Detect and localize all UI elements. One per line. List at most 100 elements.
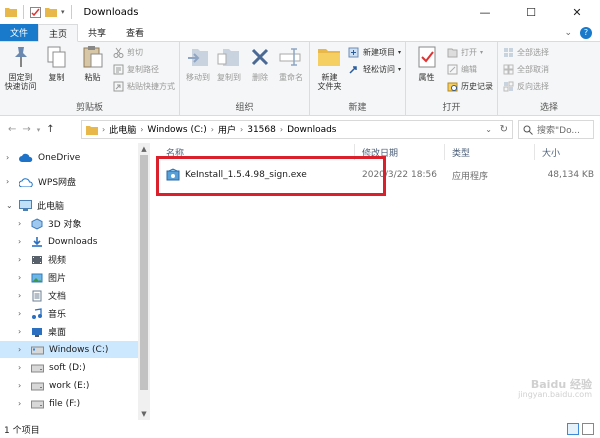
back-arrow-icon[interactable]: ←: [8, 124, 16, 135]
breadcrumb-chevron-icon[interactable]: ›: [102, 125, 105, 134]
expand-chevron-icon[interactable]: ›: [18, 291, 26, 300]
breadcrumb-user-folder[interactable]: 31568: [247, 125, 276, 135]
chevron-down-icon: ▾: [480, 48, 484, 56]
cut-button[interactable]: 剪切: [112, 45, 175, 59]
close-button[interactable]: ✕: [554, 0, 600, 24]
sidebar-item-music[interactable]: › 音乐: [18, 305, 66, 322]
recent-locations-chevron-icon[interactable]: ▾: [37, 126, 41, 134]
sidebar-item-label: Windows (C:): [49, 344, 109, 355]
customize-toolbar-chevron-icon[interactable]: ▾: [61, 8, 65, 16]
group-label: 打开: [442, 103, 461, 113]
sidebar-item-documents[interactable]: › 文档: [18, 287, 66, 304]
tab-file[interactable]: 文件: [0, 24, 38, 41]
expand-chevron-icon[interactable]: ›: [6, 177, 14, 186]
tab-view[interactable]: 查看: [116, 24, 154, 41]
minimize-button[interactable]: —: [462, 0, 508, 24]
select-all-button[interactable]: 全部选择: [502, 45, 549, 59]
window-title: Downloads: [83, 6, 139, 18]
help-icon[interactable]: ?: [580, 26, 592, 39]
paste-icon: [83, 46, 102, 68]
desktop-icon: [32, 327, 42, 337]
breadcrumb-chevron-icon[interactable]: ›: [140, 125, 143, 134]
sidebar-item-windows-c[interactable]: › Windows (C:): [0, 341, 138, 358]
expand-chevron-icon[interactable]: ›: [18, 327, 26, 336]
sidebar-item-label: soft (D:): [49, 362, 86, 373]
expand-chevron-icon[interactable]: ›: [18, 219, 26, 228]
details-view-icon[interactable]: [567, 423, 579, 435]
sidebar-item-wps[interactable]: › WPS网盘: [6, 173, 76, 190]
expand-chevron-icon[interactable]: ›: [18, 381, 26, 390]
breadcrumb-users[interactable]: 用户: [218, 123, 236, 136]
search-box[interactable]: 搜索"Do...: [518, 120, 594, 139]
edit-button[interactable]: 编辑: [446, 62, 493, 76]
history-icon: [447, 82, 457, 91]
easy-access-button[interactable]: 轻松访问 ▾: [348, 62, 401, 76]
navigation-pane: › OneDrive › WPS网盘 ⌄ 此电脑 › 3D 对象 › Downl…: [0, 143, 150, 420]
forward-arrow-icon[interactable]: →: [22, 124, 30, 135]
properties-check-icon[interactable]: [30, 6, 41, 18]
sidebar-item-videos[interactable]: › 视频: [18, 251, 66, 268]
quick-access-toolbar: ▾: [0, 5, 74, 19]
collapse-ribbon-chevron-icon[interactable]: ⌄: [564, 28, 572, 38]
group-label: 新建: [348, 103, 367, 113]
rename-icon: [279, 48, 301, 66]
folder-icon: [86, 125, 98, 135]
scroll-up-arrow-icon[interactable]: ▲: [138, 143, 150, 155]
easy-access-icon: [349, 65, 358, 74]
drive-icon: [31, 400, 44, 409]
new-folder-icon[interactable]: [45, 7, 57, 17]
breadcrumb-chevron-icon[interactable]: ›: [240, 125, 243, 134]
scrollbar-thumb[interactable]: [140, 155, 148, 390]
breadcrumb-windows-c[interactable]: Windows (C:): [147, 125, 206, 135]
sidebar-item-file-f[interactable]: › file (F:): [18, 395, 80, 412]
maximize-button[interactable]: ☐: [508, 0, 554, 24]
expand-chevron-icon[interactable]: ›: [6, 153, 14, 162]
expand-chevron-icon[interactable]: ›: [18, 363, 26, 372]
column-divider[interactable]: [444, 144, 445, 160]
column-divider[interactable]: [534, 144, 535, 160]
expand-chevron-icon[interactable]: ›: [18, 399, 26, 408]
up-arrow-icon[interactable]: ↑: [46, 124, 54, 135]
refresh-icon[interactable]: ↻: [500, 124, 508, 135]
copy-path-button[interactable]: 复制路径: [112, 62, 175, 76]
column-header-type[interactable]: 类型: [452, 143, 470, 161]
collapse-chevron-icon[interactable]: ⌄: [6, 201, 14, 210]
breadcrumb-this-pc[interactable]: 此电脑: [109, 123, 136, 136]
sidebar-item-work-e[interactable]: › work (E:): [18, 377, 89, 394]
address-history-chevron-icon[interactable]: ⌄: [485, 125, 492, 134]
sidebar-item-pictures[interactable]: › 图片: [18, 269, 66, 286]
breadcrumb-chevron-icon[interactable]: ›: [280, 125, 283, 134]
select-none-button[interactable]: 全部取消: [502, 62, 549, 76]
history-button[interactable]: 历史记录: [446, 79, 493, 93]
search-icon: [523, 125, 533, 135]
view-toggle: [567, 423, 594, 435]
tab-home[interactable]: 主页: [38, 24, 79, 42]
invert-selection-button[interactable]: 反向选择: [502, 79, 549, 93]
group-label: 剪贴板: [75, 103, 103, 113]
group-label: 组织: [235, 103, 254, 113]
expand-chevron-icon[interactable]: ›: [18, 237, 26, 246]
sidebar-item-this-pc[interactable]: ⌄ 此电脑: [6, 197, 64, 214]
breadcrumb-chevron-icon[interactable]: ›: [211, 125, 214, 134]
sidebar-item-soft-d[interactable]: › soft (D:): [18, 359, 86, 376]
expand-chevron-icon[interactable]: ›: [18, 309, 26, 318]
sidebar-item-desktop[interactable]: › 桌面: [18, 323, 66, 340]
breadcrumb-downloads[interactable]: Downloads: [287, 125, 336, 135]
expand-chevron-icon[interactable]: ›: [18, 345, 26, 354]
sidebar-item-onedrive[interactable]: › OneDrive: [6, 149, 80, 166]
new-item-button[interactable]: 新建项目 ▾: [348, 45, 401, 59]
ribbon: 固定到 快速访问 复制 粘贴 剪切 复制路径 粘贴快捷方式 剪贴板 移动到 复制…: [0, 42, 600, 116]
open-button[interactable]: 打开 ▾: [446, 45, 493, 59]
sidebar-scrollbar[interactable]: ▲ ▼: [138, 143, 150, 420]
sidebar-item-3d-objects[interactable]: › 3D 对象: [18, 215, 82, 232]
expand-chevron-icon[interactable]: ›: [18, 255, 26, 264]
column-header-size[interactable]: 大小: [542, 143, 560, 161]
sidebar-item-downloads[interactable]: › Downloads: [18, 233, 97, 250]
expand-chevron-icon[interactable]: ›: [18, 273, 26, 282]
scroll-down-arrow-icon[interactable]: ▼: [138, 408, 150, 420]
address-bar[interactable]: › 此电脑 › Windows (C:) › 用户 › 31568 › Down…: [81, 120, 513, 139]
large-icons-view-icon[interactable]: [582, 423, 594, 435]
paste-shortcut-button[interactable]: 粘贴快捷方式: [112, 79, 175, 93]
tab-share[interactable]: 共享: [78, 24, 116, 41]
chevron-down-icon: ▾: [397, 65, 401, 73]
